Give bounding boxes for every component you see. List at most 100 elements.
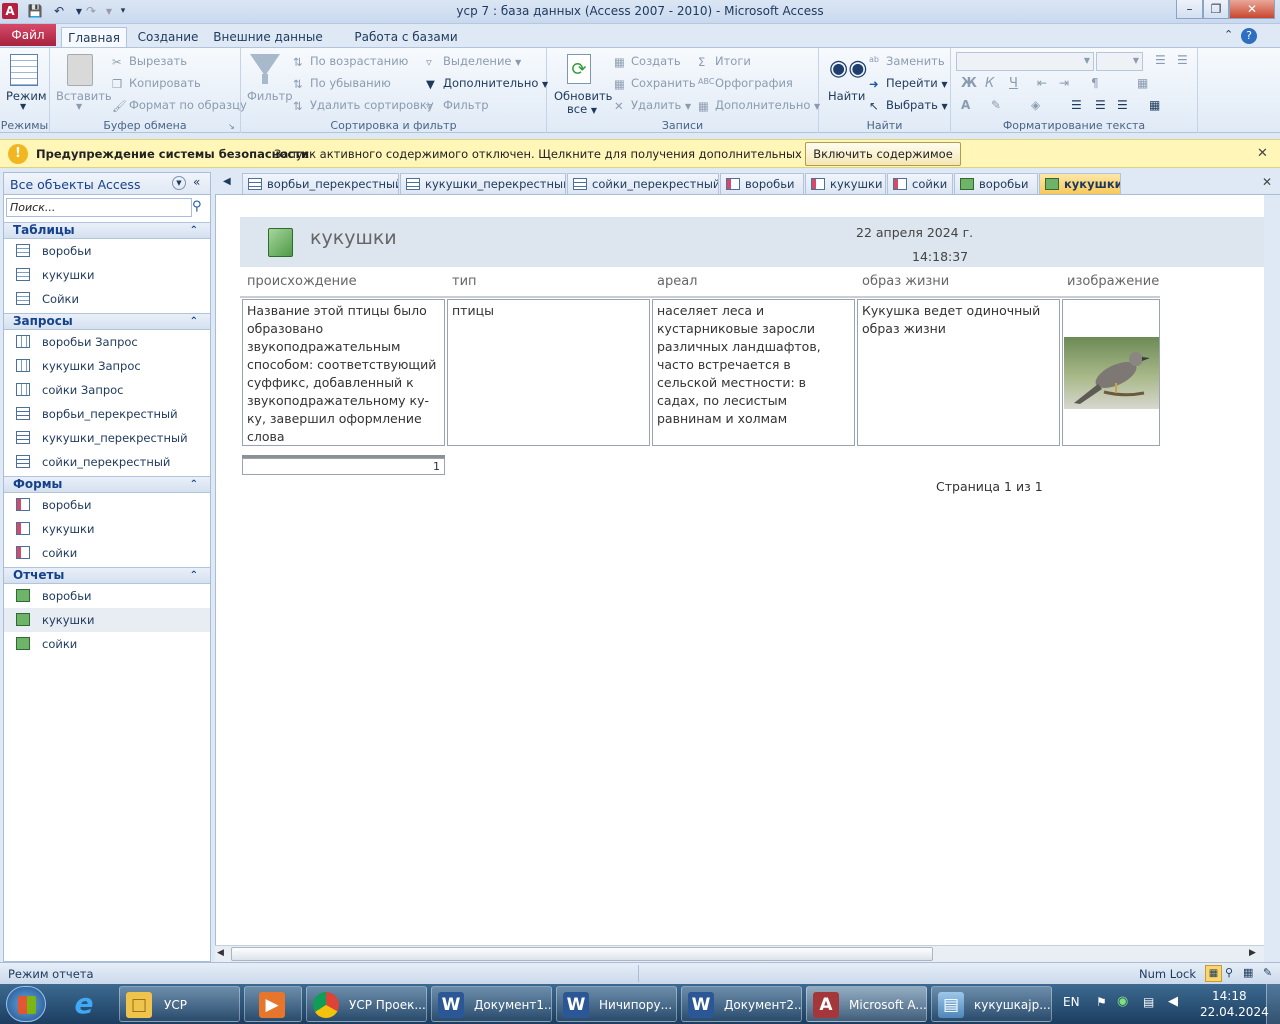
- goto-button[interactable]: ➜ Перейти ▼: [869, 76, 948, 91]
- show-desktop-button[interactable]: [1266, 984, 1280, 1024]
- minimize-ribbon-icon[interactable]: ⌃: [1224, 28, 1233, 41]
- update-icon[interactable]: ◉: [1117, 994, 1128, 1009]
- enable-content-button[interactable]: Включить содержимое: [805, 142, 961, 166]
- horizontal-scrollbar[interactable]: ◀ ▶: [215, 945, 1264, 962]
- underline-button[interactable]: Ч: [1009, 76, 1018, 91]
- nav-form-sparrows[interactable]: воробьи: [4, 493, 210, 517]
- nav-table-cuckoos[interactable]: кукушки: [4, 263, 210, 287]
- font-color-icon[interactable]: A: [961, 98, 970, 112]
- nav-form-cuckoos[interactable]: кукушки: [4, 517, 210, 541]
- refresh-all-label-2[interactable]: все ▼: [567, 102, 597, 116]
- sort-ascending-button[interactable]: ⇅ По возрастанию: [293, 54, 408, 69]
- numbering-icon[interactable]: ☰: [1177, 53, 1188, 67]
- nav-report-sparrows[interactable]: воробьи: [4, 584, 210, 608]
- nav-report-cuckoos[interactable]: кукушки: [4, 608, 210, 632]
- close-button[interactable]: ✕: [1229, 0, 1275, 19]
- print-preview-icon[interactable]: ⚲: [1225, 966, 1233, 979]
- section-reports[interactable]: Отчеты ⌃: [4, 567, 210, 584]
- layout-view-icon[interactable]: ▦: [1243, 966, 1253, 979]
- nav-table-sparrows[interactable]: воробьи: [4, 239, 210, 263]
- maximize-button[interactable]: ❐: [1203, 0, 1229, 19]
- binoculars-icon[interactable]: ◉◉: [829, 56, 867, 82]
- taskbar-item-word-doc1[interactable]: W Документ1...: [431, 986, 552, 1022]
- ie-icon[interactable]: e: [66, 988, 102, 1020]
- paste-button[interactable]: Вставить: [56, 89, 112, 103]
- cut-button[interactable]: ✂ Вырезать: [112, 54, 187, 69]
- doc-tab-form-cuckoos[interactable]: кукушки: [805, 173, 886, 194]
- close-document-icon[interactable]: ✕: [1262, 175, 1272, 189]
- design-view-icon[interactable]: ✎: [1263, 966, 1272, 979]
- close-warning-icon[interactable]: ✕: [1257, 146, 1268, 161]
- doc-tab-report-cuckoos[interactable]: кукушки: [1039, 173, 1121, 194]
- section-tables[interactable]: Таблицы ⌃: [4, 222, 210, 239]
- doc-tab-form-jays[interactable]: сойки: [887, 173, 953, 194]
- select-button[interactable]: ↖ Выбрать ▼: [869, 98, 948, 113]
- doc-tab-report-sparrows[interactable]: воробьи: [954, 173, 1038, 194]
- paragraph-icon[interactable]: ¶: [1091, 76, 1099, 90]
- clock-time[interactable]: 14:18: [1212, 989, 1247, 1003]
- refresh-icon[interactable]: ⟳: [567, 54, 591, 84]
- tab-file[interactable]: Файл: [0, 24, 56, 46]
- doc-tab-form-sparrows[interactable]: воробьи: [720, 173, 804, 194]
- save-record-button[interactable]: ▦ Сохранить: [614, 76, 696, 91]
- collapse-section-icon[interactable]: ⌃: [190, 314, 198, 329]
- nav-query-jays[interactable]: сойки Запрос: [4, 378, 210, 402]
- indent-decrease-icon[interactable]: ⇤: [1037, 76, 1047, 90]
- warning-message[interactable]: Запуск активного содержимого отключен. Щ…: [274, 147, 867, 161]
- font-name-select[interactable]: ▼: [956, 52, 1094, 71]
- help-icon[interactable]: ?: [1241, 28, 1257, 44]
- nav-table-jays[interactable]: Сойки: [4, 287, 210, 311]
- volume-icon[interactable]: ◀: [1168, 994, 1178, 1009]
- nav-query-sparrows[interactable]: воробьи Запрос: [4, 330, 210, 354]
- taskbar-item-word-doc2[interactable]: W Документ2...: [681, 986, 802, 1022]
- paste-dropdown-icon[interactable]: ▼: [76, 102, 82, 111]
- find-button[interactable]: Найти: [828, 89, 865, 103]
- font-size-select[interactable]: ▼: [1096, 52, 1143, 71]
- nav-header[interactable]: Все объекты Access ▼ «: [4, 173, 210, 195]
- scroll-left-icon[interactable]: ◀: [217, 948, 224, 958]
- collapse-section-icon[interactable]: ⌃: [190, 477, 198, 492]
- nav-form-jays[interactable]: сойки: [4, 541, 210, 565]
- tab-home[interactable]: Главная: [61, 27, 127, 48]
- scroll-tabs-left-icon[interactable]: ◀: [223, 176, 231, 187]
- selection-button[interactable]: ▿ Выделение ▼: [426, 54, 521, 69]
- collapse-pane-icon[interactable]: «: [193, 175, 200, 189]
- more-records-button[interactable]: ▦ Дополнительно ▼: [698, 98, 820, 113]
- spelling-button[interactable]: ABCОрфография: [698, 76, 793, 91]
- filter-icon[interactable]: [250, 54, 280, 76]
- network-icon[interactable]: ▤: [1143, 995, 1154, 1009]
- nav-crosstab-cuckoos[interactable]: кукушки_перекрестный: [4, 426, 210, 450]
- remove-sort-button[interactable]: ⇅ Удалить сортировку: [293, 98, 434, 113]
- section-forms[interactable]: Формы ⌃: [4, 476, 210, 493]
- sort-descending-button[interactable]: ⇅ По убыванию: [293, 76, 391, 91]
- tab-create[interactable]: Создание: [132, 27, 204, 48]
- nav-search-input[interactable]: Поиск...: [6, 198, 192, 217]
- start-button[interactable]: [6, 986, 46, 1022]
- section-queries[interactable]: Запросы ⌃: [4, 313, 210, 330]
- taskbar-item-access[interactable]: A Microsoft A...: [806, 986, 927, 1022]
- taskbar-item-chrome[interactable]: УСР Проек...: [306, 986, 427, 1022]
- nav-crosstab-sparrows[interactable]: ворбьи_перекрестный: [4, 402, 210, 426]
- tab-database-tools[interactable]: Работа с базами данных: [332, 27, 480, 64]
- nav-report-jays[interactable]: сойки: [4, 632, 210, 656]
- filter-button[interactable]: Фильтр: [247, 89, 293, 103]
- collapse-section-icon[interactable]: ⌃: [190, 568, 198, 583]
- tab-external-data[interactable]: Внешние данные: [210, 27, 326, 48]
- clock-date[interactable]: 22.04.2024: [1200, 1005, 1269, 1019]
- view-button[interactable]: Режим: [6, 89, 47, 103]
- format-painter-button[interactable]: 🖌 Формат по образцу: [112, 98, 247, 113]
- nav-query-cuckoos[interactable]: кукушки Запрос: [4, 354, 210, 378]
- nav-crosstab-jays[interactable]: сойки_перекрестный: [4, 450, 210, 474]
- refresh-all-button[interactable]: Обновить: [554, 89, 612, 103]
- collapse-section-icon[interactable]: ⌃: [190, 223, 198, 238]
- toggle-filter-button[interactable]: ▿ Фильтр: [426, 98, 489, 113]
- taskbar-item-image-viewer[interactable]: ▤ кукушкајр...: [931, 986, 1052, 1022]
- action-center-icon[interactable]: ⚑: [1096, 995, 1107, 1009]
- copy-button[interactable]: ❐ Копировать: [112, 76, 201, 91]
- align-center-icon[interactable]: ☰: [1095, 98, 1106, 112]
- delete-record-button[interactable]: ✕ Удалить ▼: [614, 98, 691, 113]
- view-icon[interactable]: [10, 54, 38, 86]
- search-icon[interactable]: ⚲: [192, 199, 202, 214]
- align-left-icon[interactable]: ☰: [1071, 98, 1082, 112]
- doc-tab-crosstab-jays[interactable]: сойки_перекрестный: [567, 173, 719, 194]
